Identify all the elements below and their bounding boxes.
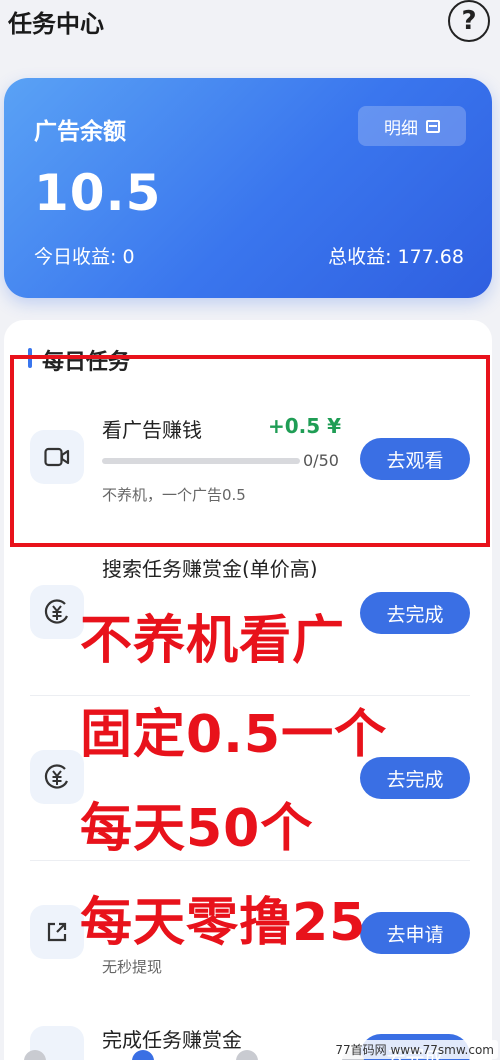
overlay-text: 不养机看广: [80, 611, 346, 671]
yuan-icon: [30, 750, 84, 804]
help-icon[interactable]: ?: [448, 0, 490, 42]
overlay-text: 固定0.5一个: [80, 705, 388, 765]
balance-value: 10.5: [34, 164, 162, 222]
share-icon: [30, 905, 84, 959]
calendar-icon: [426, 119, 440, 133]
overlay-text: 每天50个: [80, 799, 314, 859]
watermark: 77首码网 www.77smw.com: [331, 1040, 498, 1059]
yuan-icon: [30, 585, 84, 639]
today-earnings: 今日收益: 0: [34, 246, 135, 268]
task-action-button[interactable]: 去完成: [360, 592, 470, 634]
task-action-button[interactable]: 去申请: [360, 912, 470, 954]
task-name-bounty: 完成任务赚赏金: [102, 1028, 242, 1052]
overlay-text: 每天零撸25: [80, 893, 367, 953]
page-title: 任务中心: [8, 10, 104, 38]
detail-button[interactable]: 明细: [358, 106, 466, 146]
task-description: 无秒提现: [102, 958, 163, 976]
detail-label: 明细: [384, 118, 418, 139]
balance-title: 广告余额: [34, 119, 126, 145]
highlight-box: [10, 355, 490, 547]
balance-card: 广告余额 明细 10.5 今日收益: 0 总收益: 177.68: [4, 78, 492, 298]
task-name-search: 搜索任务赚赏金(单价高): [102, 557, 318, 578]
total-earnings: 总收益: 177.68: [328, 246, 464, 268]
header-bar: 任务中心 ?: [0, 0, 500, 50]
